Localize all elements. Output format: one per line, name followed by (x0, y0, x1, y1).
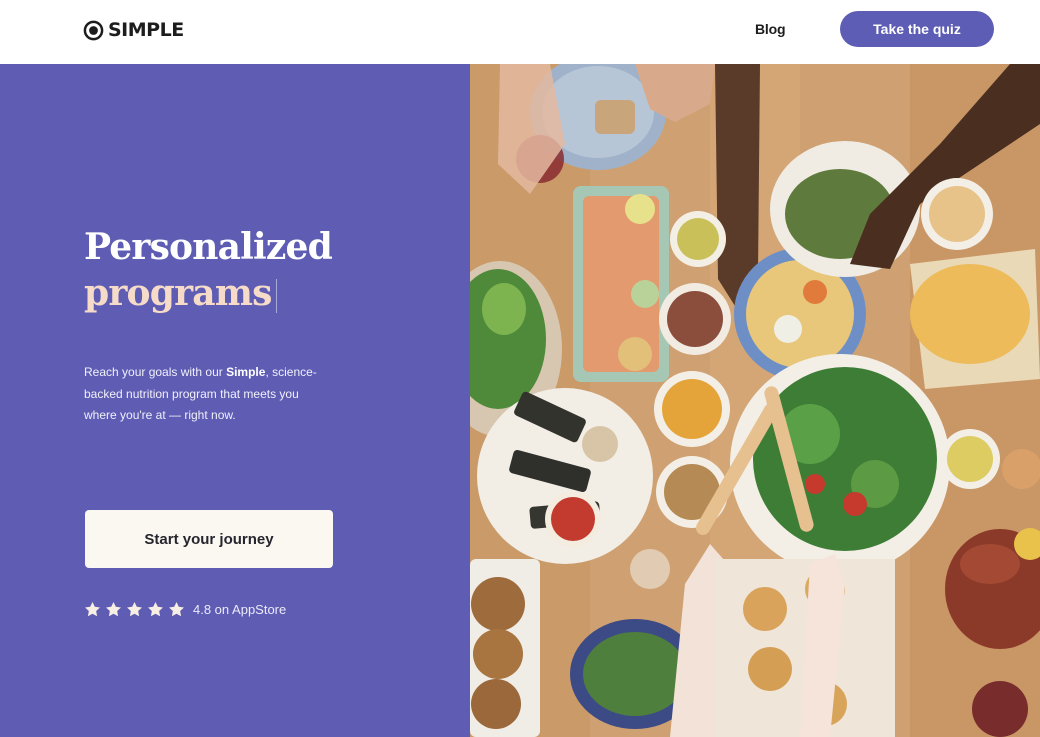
hero-description-brand: Simple (226, 365, 266, 379)
hero-title-line2: programs (84, 272, 272, 314)
nav-link-blog[interactable]: Blog (755, 21, 786, 37)
rating-stars (84, 601, 185, 618)
star-icon (85, 602, 100, 617)
typing-caret (275, 279, 277, 313)
take-quiz-button[interactable]: Take the quiz (840, 11, 994, 47)
logo-link[interactable]: SIMPLE (83, 18, 184, 42)
hero-panel: Personalized programs Reach your goals w… (0, 64, 470, 737)
hero-description: Reach your goals with our Simple, scienc… (84, 362, 324, 427)
hero-description-start: Reach your goals with our (84, 365, 227, 379)
star-icon (127, 602, 142, 617)
logo-text: SIMPLE (108, 19, 184, 41)
star-icon (106, 602, 121, 617)
star-icon (169, 602, 184, 617)
logo-icon (83, 20, 104, 40)
food-illustration (470, 64, 1040, 737)
rating-text: 4.8 on AppStore (193, 602, 287, 617)
hero-title: Personalized programs (84, 224, 444, 316)
app-rating: 4.8 on AppStore (84, 601, 286, 618)
food-table-photo (470, 64, 1040, 737)
start-journey-button[interactable]: Start your journey (85, 510, 333, 568)
hero-title-line1: Personalized (84, 226, 333, 268)
star-icon (148, 602, 163, 617)
site-header: SIMPLE Blog Take the quiz (0, 0, 1040, 64)
